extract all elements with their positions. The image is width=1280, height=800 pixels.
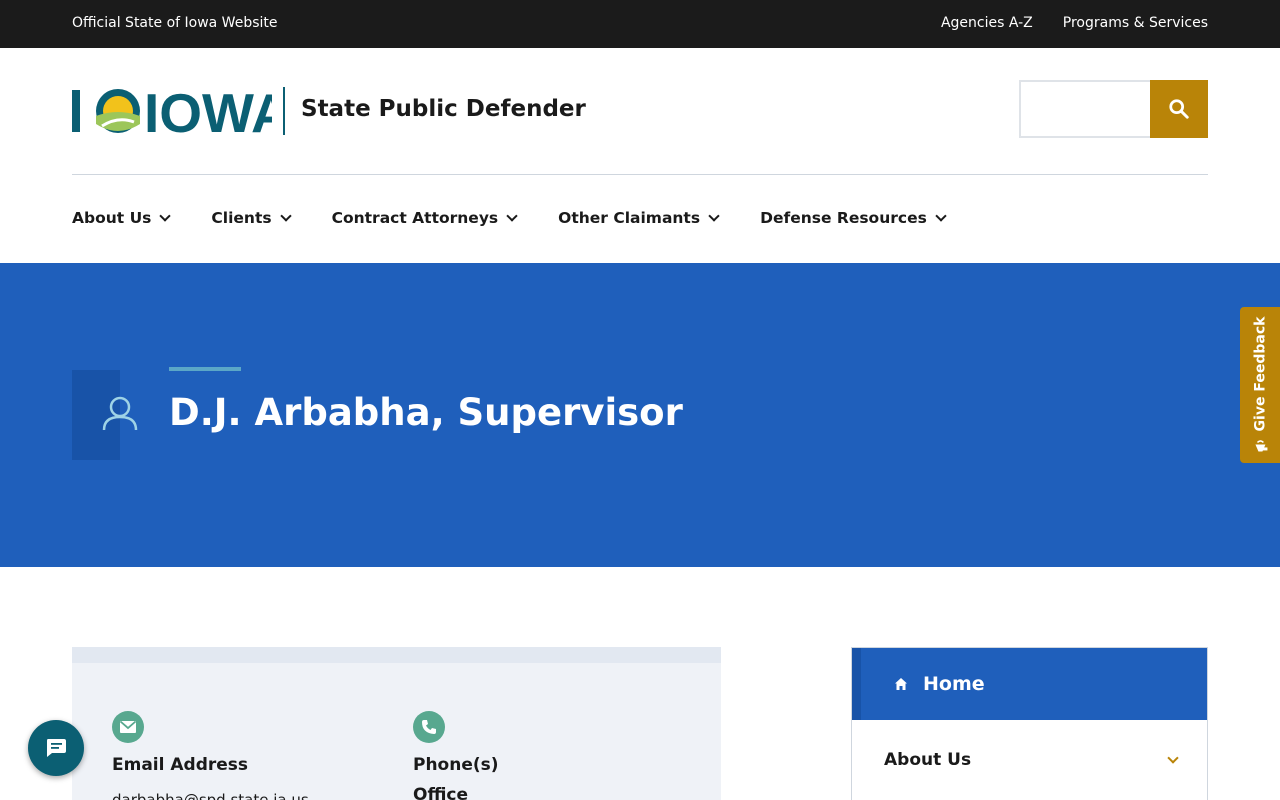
chevron-down-icon[interactable] [1167,752,1179,764]
nav-about-us[interactable]: About Us [72,196,172,240]
chevron-down-icon [279,209,292,222]
side-nav: Home About Us [851,647,1208,800]
nav-contract-attorneys[interactable]: Contract Attorneys [331,196,518,240]
phone-icon [413,711,445,743]
search-icon [1169,99,1189,119]
nav-other-claimants[interactable]: Other Claimants [558,196,720,240]
chevron-down-icon [506,209,518,222]
title-accent [169,367,241,371]
chevron-down-icon [708,209,720,222]
sidenav-home-label: Home [923,673,985,695]
home-icon [895,678,907,690]
person-icon [102,396,138,431]
logo-wordmark: IOWA [144,86,272,136]
official-site-label: Official State of Iowa Website [72,15,278,31]
main-nav: About Us Clients Contract Attorneys Othe… [72,196,947,240]
utility-links: Agencies A-Z Programs & Services [941,15,1208,31]
chevron-down-icon [159,209,172,222]
chat-button[interactable] [28,720,84,776]
nav-label: Defense Resources [760,209,927,227]
programs-services-link[interactable]: Programs & Services [1063,15,1208,31]
email-label: Email Address [112,755,249,775]
nav-label: Clients [211,209,272,227]
nav-label: About Us [72,209,152,227]
nav-clients[interactable]: Clients [211,196,292,240]
phone-label: Phone(s) [413,755,499,775]
sidenav-about-us[interactable]: About Us [852,720,1207,800]
megaphone-icon [1255,440,1267,452]
chat-icon [47,739,66,757]
email-icon [112,711,144,743]
search-button[interactable] [1150,80,1208,138]
sidenav-item-label: About Us [884,750,972,770]
card-top-strip [72,647,721,663]
page-title: D.J. Arbabha, Supervisor [169,391,683,434]
site-name[interactable]: State Public Defender [301,96,586,122]
agencies-a-z-link[interactable]: Agencies A-Z [941,15,1033,31]
nav-label: Other Claimants [558,209,701,227]
search-input[interactable] [1019,80,1151,138]
logo-divider [283,87,285,135]
contact-card: Email Address darbabha@spd.state.ia.us P… [72,647,721,800]
chevron-down-icon [935,209,947,222]
feedback-label: Give Feedback [1252,316,1268,432]
nav-label: Contract Attorneys [331,209,499,227]
header-divider [72,174,1208,175]
phone-office-label: Office [413,785,469,800]
give-feedback-tab[interactable]: Give Feedback [1240,307,1280,463]
email-link[interactable]: darbabha@spd.state.ia.us [112,791,309,800]
site-header: IOWA State Public Defender [0,48,1280,175]
iowa-logo[interactable]: IOWA [72,86,272,136]
sidenav-home[interactable]: Home [852,648,1207,720]
nav-defense-resources[interactable]: Defense Resources [760,196,947,240]
utility-bar: Official State of Iowa Website Agencies … [0,0,1280,48]
page-hero: D.J. Arbabha, Supervisor [0,263,1280,567]
